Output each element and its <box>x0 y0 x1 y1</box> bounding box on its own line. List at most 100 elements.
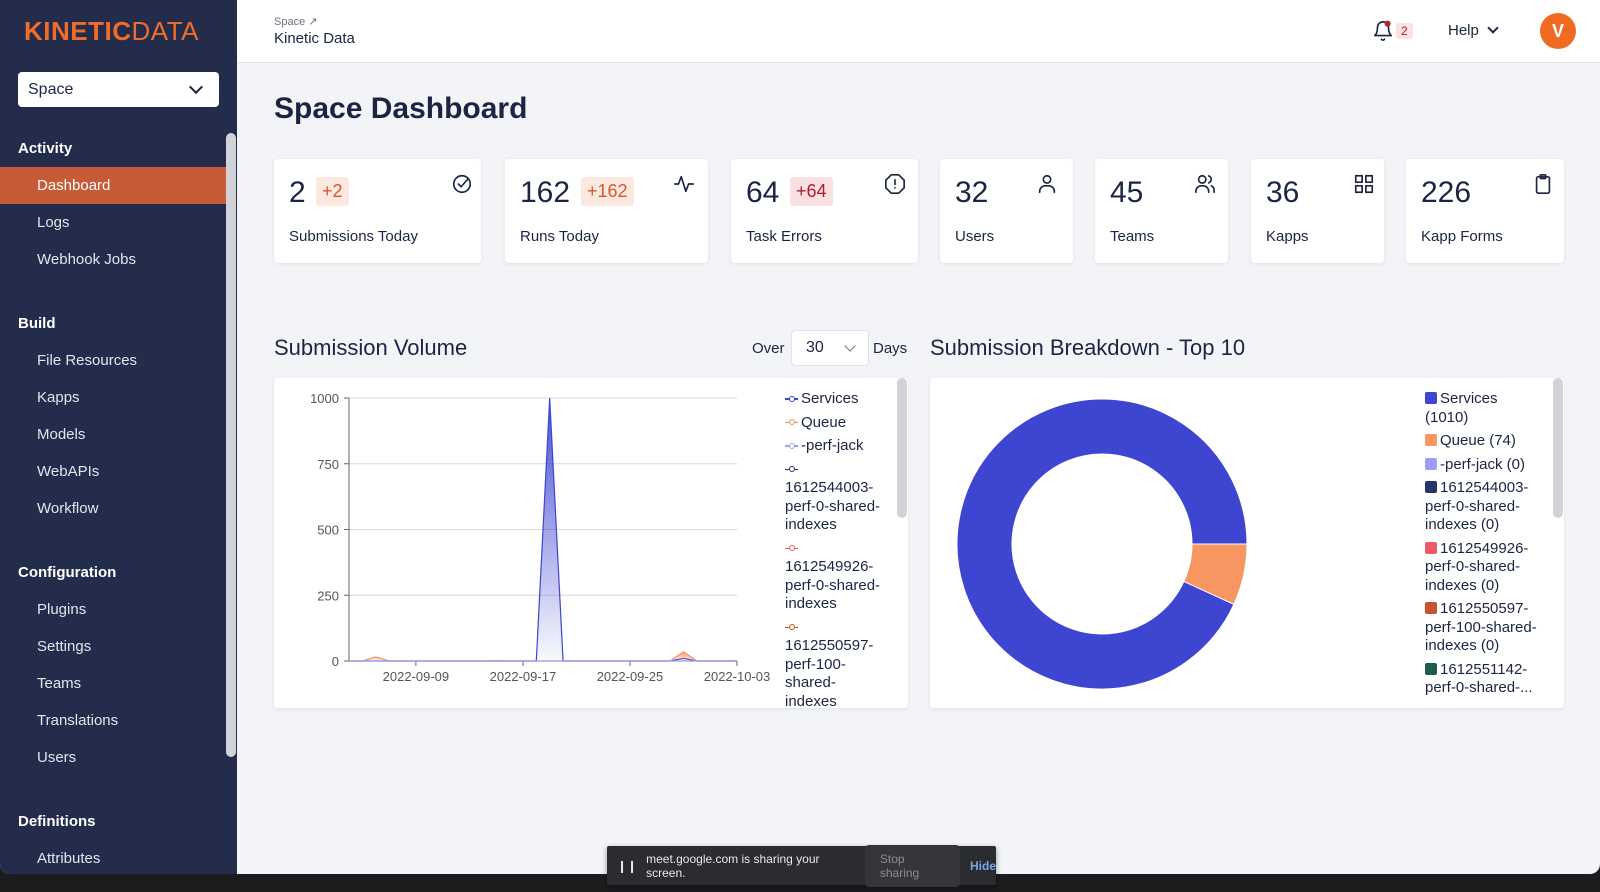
legend-item[interactable]: 1612550597-perf-100-shared-indexes (0) <box>1425 600 1545 656</box>
stat-delta-badge: +64 <box>790 177 833 206</box>
stat-card-runs-today[interactable]: 162 +162 Runs Today <box>505 159 708 263</box>
sidebar-item-models[interactable]: Models <box>0 416 226 453</box>
y-tick-label: 250 <box>317 588 339 603</box>
share-message: meet.google.com is sharing your screen. <box>646 851 820 880</box>
page-title: Space Dashboard <box>274 92 528 125</box>
stat-card-teams[interactable]: 45 Teams <box>1095 159 1228 263</box>
submission-volume-title: Submission Volume <box>274 335 468 360</box>
user-avatar[interactable]: V <box>1540 13 1576 49</box>
nav-gap <box>0 278 226 305</box>
sidebar-item-logs[interactable]: Logs <box>0 204 226 241</box>
legend-item[interactable]: Services (1010) <box>1425 390 1545 427</box>
stat-delta-badge: +2 <box>316 177 349 206</box>
legend-item[interactable]: 1612544003-perf-0-shared-indexes <box>785 461 885 535</box>
over-label: Over <box>752 340 785 357</box>
alert-octagon-icon <box>885 174 905 194</box>
app-window: KINETICDATA Space Activity Dashboard Logs W… <box>0 0 1600 874</box>
legend-swatch-icon <box>1425 392 1437 404</box>
chevron-down-icon <box>188 79 204 95</box>
legend-item[interactable]: Services <box>785 390 885 409</box>
sidebar: KINETICDATA Space Activity Dashboard Logs W… <box>0 0 237 874</box>
legend-item[interactable]: 1612549926-perf-0-shared-indexes (0) <box>1425 540 1545 596</box>
sidebar-item-webhook-jobs[interactable]: Webhook Jobs <box>0 241 226 278</box>
bell-icon[interactable] <box>1372 20 1394 42</box>
sidebar-item-plugins[interactable]: Plugins <box>0 591 226 628</box>
stat-delta-badge: +162 <box>581 177 634 206</box>
legend-swatch-icon <box>1425 541 1437 554</box>
sidebar-item-file-resources[interactable]: File Resources <box>0 342 226 379</box>
submission-breakdown-panel: Services (1010) Queue (74) -perf-jack (0) 1… <box>930 378 1564 708</box>
stat-card-kapps[interactable]: 36 Kapps <box>1251 159 1384 263</box>
legend-label: -perf-jack (0) <box>1440 455 1526 473</box>
logo-light: DATA <box>131 16 199 46</box>
legend-item[interactable]: 1612549926-perf-0-shared-indexes <box>785 540 885 614</box>
sidebar-item-users[interactable]: Users <box>0 739 226 776</box>
legend-marker-icon <box>785 466 798 474</box>
legend-item[interactable]: 1612551142-perf-0-shared-... <box>1425 661 1545 698</box>
legend-label: Services <box>801 390 859 407</box>
y-tick-label: 750 <box>317 457 339 472</box>
stat-value: 32 <box>955 176 989 209</box>
stat-label: Kapps <box>1266 228 1309 245</box>
y-tick-label: 0 <box>332 654 339 669</box>
stat-value: 162 <box>520 176 571 209</box>
check-circle-icon <box>452 174 472 194</box>
sidebar-scrollbar[interactable] <box>226 133 236 757</box>
sidebar-item-attributes[interactable]: Attributes <box>0 840 226 874</box>
x-tick-label: 2022-09-25 <box>597 669 664 684</box>
legend-scrollbar[interactable] <box>1553 378 1563 518</box>
sidebar-item-settings[interactable]: Settings <box>0 628 226 665</box>
space-select[interactable]: Space <box>18 72 219 107</box>
sidebar-item-webapis[interactable]: WebAPIs <box>0 453 226 490</box>
line-chart-legend: Services Queue -perf-jack 1612544003-perf-0… <box>785 390 885 708</box>
legend-swatch-icon <box>1425 662 1437 675</box>
days-select[interactable]: 30 <box>791 330 869 366</box>
legend-item[interactable]: -perf-jack (0) <box>1425 456 1545 475</box>
legend-item[interactable]: 1612544003-perf-0-shared-indexes (0) <box>1425 479 1545 535</box>
legend-label: 1612550597-perf-100-shared-indexes (0) <box>1425 600 1537 654</box>
sidebar-item-teams[interactable]: Teams <box>0 665 226 702</box>
breadcrumb-title: Kinetic Data <box>274 30 355 47</box>
legend-label: 1612551142-perf-0-shared-... <box>1425 660 1533 697</box>
legend-item[interactable]: Queue (74) <box>1425 432 1545 451</box>
days-label: Days <box>873 340 908 357</box>
nav-section-activity: Activity <box>18 140 73 157</box>
legend-marker-icon <box>785 624 798 632</box>
stat-card-task-errors[interactable]: 64 +64 Task Errors <box>731 159 918 263</box>
x-tick-label: 2022-09-09 <box>383 669 450 684</box>
nav-section-definitions: Definitions <box>18 813 96 830</box>
legend-label: Queue (74) <box>1440 432 1516 449</box>
stat-card-kapp-forms[interactable]: 226 Kapp Forms <box>1406 159 1564 263</box>
legend-scrollbar[interactable] <box>897 378 907 518</box>
legend-item[interactable]: Queue <box>785 414 885 433</box>
stat-label: Teams <box>1110 228 1155 245</box>
logo-bold: KINETIC <box>24 16 132 46</box>
stat-value: 36 <box>1266 176 1300 209</box>
legend-label: -perf-jack <box>801 437 864 454</box>
breadcrumb-parent[interactable]: Space ↗ <box>274 15 317 28</box>
stop-sharing-button[interactable]: Stop sharing <box>864 844 960 887</box>
sidebar-item-translations[interactable]: Translations <box>0 702 226 739</box>
grid-icon <box>1354 174 1374 194</box>
y-tick-label: 500 <box>317 523 339 538</box>
kinetic-data-logo[interactable]: KINETICDATA <box>24 16 199 47</box>
sidebar-nav: Activity Dashboard Logs Webhook Jobs Build Fi… <box>0 130 226 874</box>
sidebar-item-dashboard[interactable]: Dashboard <box>0 167 226 204</box>
hide-button[interactable]: Hide <box>970 859 996 873</box>
activity-icon <box>674 175 694 193</box>
sidebar-item-kapps[interactable]: Kapps <box>0 379 226 416</box>
x-tick-label: 2022-09-17 <box>490 669 557 684</box>
legend-item[interactable]: -perf-jack <box>785 437 885 456</box>
legend-swatch-icon <box>1425 602 1437 614</box>
pie-chart-legend: Services (1010) Queue (74) -perf-jack (0) 1… <box>1425 390 1545 703</box>
submission-breakdown-title: Submission Breakdown - Top 10 <box>930 335 1246 360</box>
clipboard-icon <box>1535 174 1551 194</box>
notification-count-badge: 2 <box>1396 23 1413 39</box>
stat-card-submissions-today[interactable]: 2 +2 Submissions Today <box>274 159 481 263</box>
help-menu-button[interactable]: Help <box>1448 22 1499 39</box>
users-icon <box>1195 174 1215 194</box>
legend-item[interactable]: 1612550597-perf-100-shared-indexes <box>785 619 885 708</box>
legend-label: 1612544003-perf-0-shared-indexes (0) <box>1425 479 1529 533</box>
sidebar-item-workflow[interactable]: Workflow <box>0 490 226 527</box>
stat-card-users[interactable]: 32 Users <box>940 159 1073 263</box>
